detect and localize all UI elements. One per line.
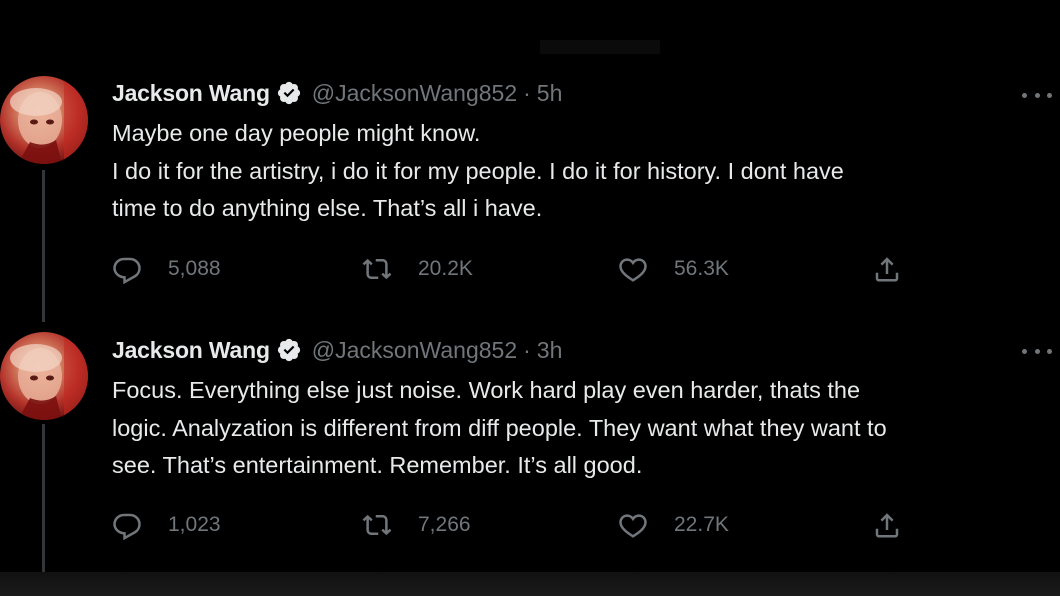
like-button[interactable]: 22.7K: [618, 507, 729, 543]
reply-count: 5,088: [168, 257, 221, 280]
author-name[interactable]: Jackson Wang: [112, 337, 270, 364]
thread-line: [42, 424, 45, 574]
more-icon[interactable]: [1022, 88, 1052, 102]
thread-line: [42, 170, 45, 322]
more-icon[interactable]: [1022, 344, 1052, 358]
tweet-time[interactable]: 5h: [537, 80, 563, 107]
like-count: 22.7K: [674, 513, 729, 536]
avatar[interactable]: [0, 332, 88, 420]
retweet-icon: [362, 514, 392, 536]
separator-dot: ·: [523, 336, 531, 363]
retweet-button[interactable]: 20.2K: [362, 251, 473, 287]
tweet-text: Focus. Everything else just noise. Work …: [112, 372, 1052, 485]
separator-dot: ·: [523, 79, 531, 106]
tweet-actions: 5,088 20.2K 56.3K: [112, 251, 932, 287]
author-name[interactable]: Jackson Wang: [112, 80, 270, 107]
reply-icon: [113, 257, 141, 284]
reply-icon: [113, 513, 141, 540]
author-handle[interactable]: @JacksonWang852: [312, 80, 517, 107]
top-blur-strip: [540, 40, 660, 54]
share-icon: [875, 257, 899, 282]
share-button[interactable]: [872, 507, 902, 543]
tweet-header: Jackson Wang @JacksonWang852 · 5h: [112, 78, 562, 108]
retweet-count: 20.2K: [418, 257, 473, 280]
like-count: 56.3K: [674, 257, 729, 280]
tweet-text-line: logic. Analyzation is different from dif…: [112, 414, 887, 441]
like-button[interactable]: 56.3K: [618, 251, 729, 287]
tweet-time[interactable]: 3h: [537, 337, 563, 364]
verified-badge-icon: [277, 338, 300, 362]
bottom-blur-strip: [0, 572, 1060, 596]
reply-button[interactable]: 5,088: [112, 251, 221, 287]
verified-badge-icon: [277, 81, 300, 105]
tweet-text-line: time to do anything else. That’s all i h…: [112, 195, 543, 221]
reply-count: 1,023: [168, 513, 221, 536]
tweet-text-line: Maybe one day people might know.: [112, 120, 481, 146]
tweet-text-line: Focus. Everything else just noise. Work …: [112, 377, 861, 403]
avatar-photo: [10, 332, 88, 420]
author-handle[interactable]: @JacksonWang852: [312, 337, 517, 364]
share-button[interactable]: [872, 251, 902, 287]
heart-icon: [619, 258, 647, 282]
tweet-text-line: see. That’s entertainment. Remember. It’…: [112, 452, 643, 478]
retweet-button[interactable]: 7,266: [362, 507, 471, 543]
tweet-text: Maybe one day people might know. I do it…: [112, 115, 1052, 228]
retweet-icon: [362, 258, 392, 280]
avatar[interactable]: [0, 76, 88, 164]
tweet-actions: 1,023 7,266 22.7K: [112, 507, 932, 543]
avatar-photo: [10, 76, 88, 164]
retweet-count: 7,266: [418, 513, 471, 536]
tweet-text-line: I do it for the artistry, i do it for my…: [112, 157, 844, 184]
reply-button[interactable]: 1,023: [112, 507, 221, 543]
share-icon: [875, 513, 899, 538]
heart-icon: [619, 514, 647, 538]
tweet-header: Jackson Wang @JacksonWang852 · 3h: [112, 335, 562, 365]
